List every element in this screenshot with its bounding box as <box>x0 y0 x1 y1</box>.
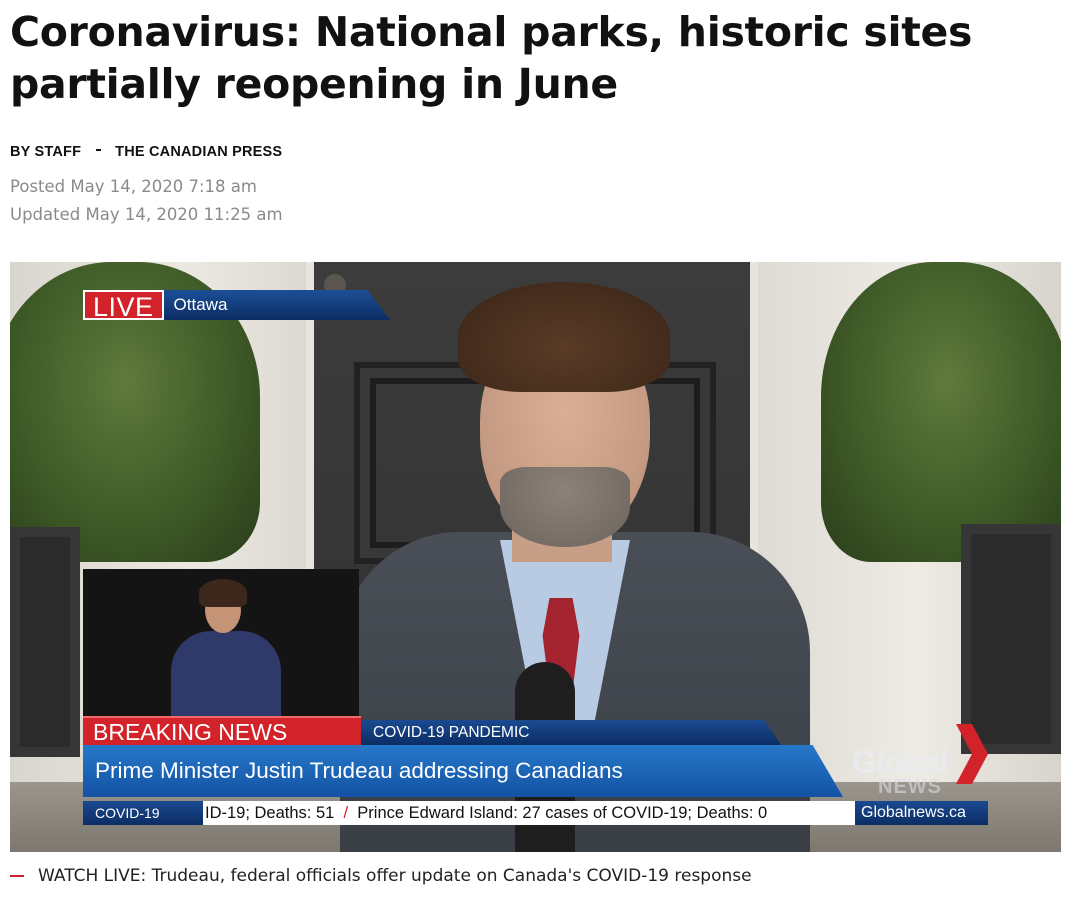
byline-source[interactable]: THE CANADIAN PRESS <box>115 144 282 160</box>
speaker-beard <box>500 467 630 547</box>
ticker-slash-icon: / <box>338 804 353 822</box>
logo-chevron-icon <box>956 724 988 784</box>
posted-date: Posted May 14, 2020 7:18 am <box>10 177 257 196</box>
video-player[interactable]: LIVE Ottawa BREAKING NEWS COVID-19 PANDE… <box>10 262 1061 852</box>
article-headline: Coronavirus: National parks, historic si… <box>10 8 973 108</box>
byline: BY STAFF THE CANADIAN PRESS <box>10 144 282 160</box>
signer-body <box>171 631 281 729</box>
caption-dash-icon <box>10 875 24 877</box>
ticker-part-1: ID-19; Deaths: 51 <box>205 804 335 822</box>
logo-sub: NEWS <box>878 776 942 798</box>
ticker-label: COVID-19 <box>83 801 203 825</box>
topic-label: COVID-19 PANDEMIC <box>361 720 781 745</box>
global-news-logo: Global NEWS <box>852 724 992 798</box>
breaking-news-label: BREAKING NEWS <box>83 716 361 745</box>
signer-hair <box>199 579 247 607</box>
updated-date: Updated May 14, 2020 11:25 am <box>10 205 283 224</box>
planter-left <box>10 527 80 757</box>
speaker-hair <box>458 282 670 392</box>
sign-language-inset <box>83 569 359 729</box>
ticker-part-2: Prince Edward Island: 27 cases of COVID-… <box>357 804 768 822</box>
planter-right <box>961 524 1061 754</box>
live-bug: LIVE Ottawa <box>83 290 390 322</box>
byline-separator <box>96 149 102 151</box>
site-label: Globalnews.ca <box>855 801 988 825</box>
ticker-text: ID-19; Deaths: 51 / Prince Edward Island… <box>203 801 855 825</box>
lower-third-headline: Prime Minister Justin Trudeau addressing… <box>83 745 843 797</box>
byline-author[interactable]: BY STAFF <box>10 144 81 160</box>
live-label: LIVE <box>83 290 164 322</box>
tree-right <box>821 262 1061 562</box>
caption-text[interactable]: WATCH LIVE: Trudeau, federal officials o… <box>38 866 752 886</box>
video-caption[interactable]: WATCH LIVE: Trudeau, federal officials o… <box>10 866 752 886</box>
live-location: Ottawa <box>163 290 390 320</box>
